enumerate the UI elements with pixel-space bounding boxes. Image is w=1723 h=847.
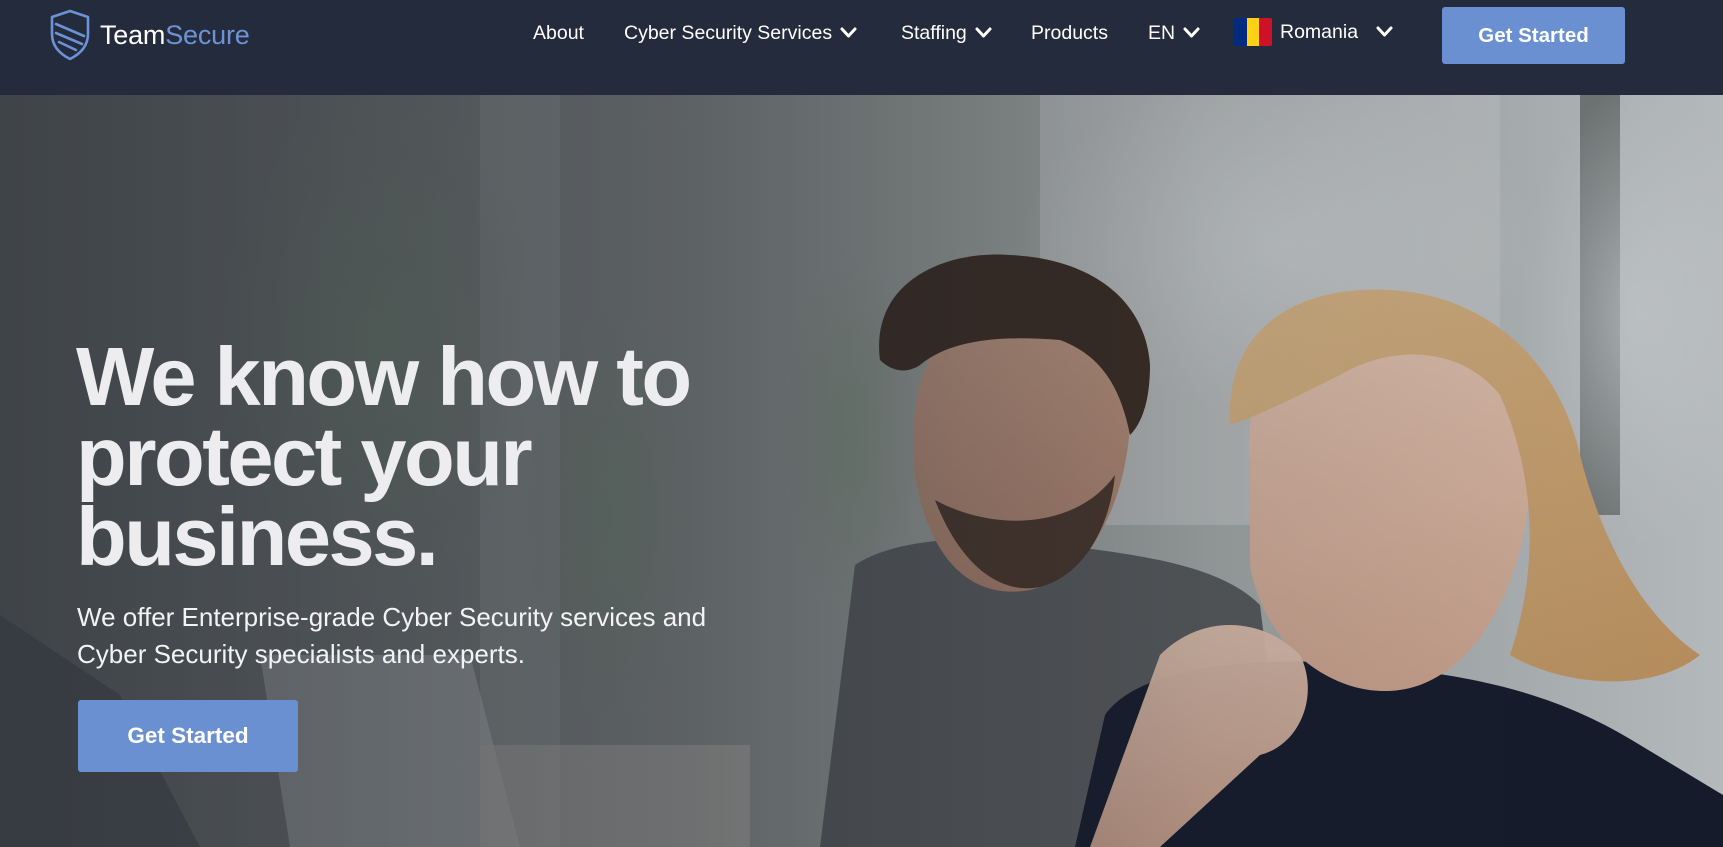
chevron-down-icon (1376, 26, 1393, 37)
nav-item-about[interactable]: About (533, 19, 584, 47)
country-label: Romania (1280, 20, 1359, 43)
nav-item-label: Products (1031, 21, 1108, 44)
nav-item-label: About (533, 21, 584, 44)
get-started-hero-button[interactable]: Get Started (78, 700, 298, 772)
nav-item-label: Staffing (901, 21, 967, 44)
hero-section: We know how to protect your business. We… (0, 95, 1723, 847)
hero-title-line: We know how to (76, 330, 692, 423)
hero-subtitle: We offer Enterprise-grade Cyber Security… (77, 599, 777, 673)
brand-name-part1: Team (100, 19, 166, 50)
get-started-nav-button[interactable]: Get Started (1442, 7, 1625, 64)
hero-title-line: business. (76, 490, 439, 583)
hero-title-line: protect your (76, 410, 533, 503)
language-selector[interactable]: EN (1148, 19, 1200, 47)
nav-item-products[interactable]: Products (1031, 19, 1108, 47)
nav-item-label: Cyber Security Services (624, 21, 833, 44)
nav-item-staffing[interactable]: Staffing (901, 19, 992, 47)
country-selector[interactable]: Romania (1234, 14, 1393, 50)
nav-item-cyber-security-services[interactable]: Cyber Security Services (624, 19, 857, 47)
shield-logo-icon (50, 9, 90, 61)
hero-title: We know how to protect your business. (76, 330, 796, 583)
chevron-down-icon (1183, 27, 1200, 38)
brand-name-part2: Secure (165, 19, 250, 50)
chevron-down-icon (975, 27, 992, 38)
hero-subtitle-line: We offer Enterprise-grade Cyber Security… (77, 602, 707, 632)
brand-logo[interactable]: TeamSecure (48, 8, 250, 62)
brand-name: TeamSecure (100, 20, 250, 51)
chevron-down-icon (840, 27, 857, 38)
top-navbar: TeamSecure About Cyber Security Services… (0, 0, 1723, 95)
language-label: EN (1148, 21, 1176, 44)
romania-flag-icon (1234, 18, 1272, 46)
hero-subtitle-line: Cyber Security specialists and experts. (77, 639, 525, 669)
